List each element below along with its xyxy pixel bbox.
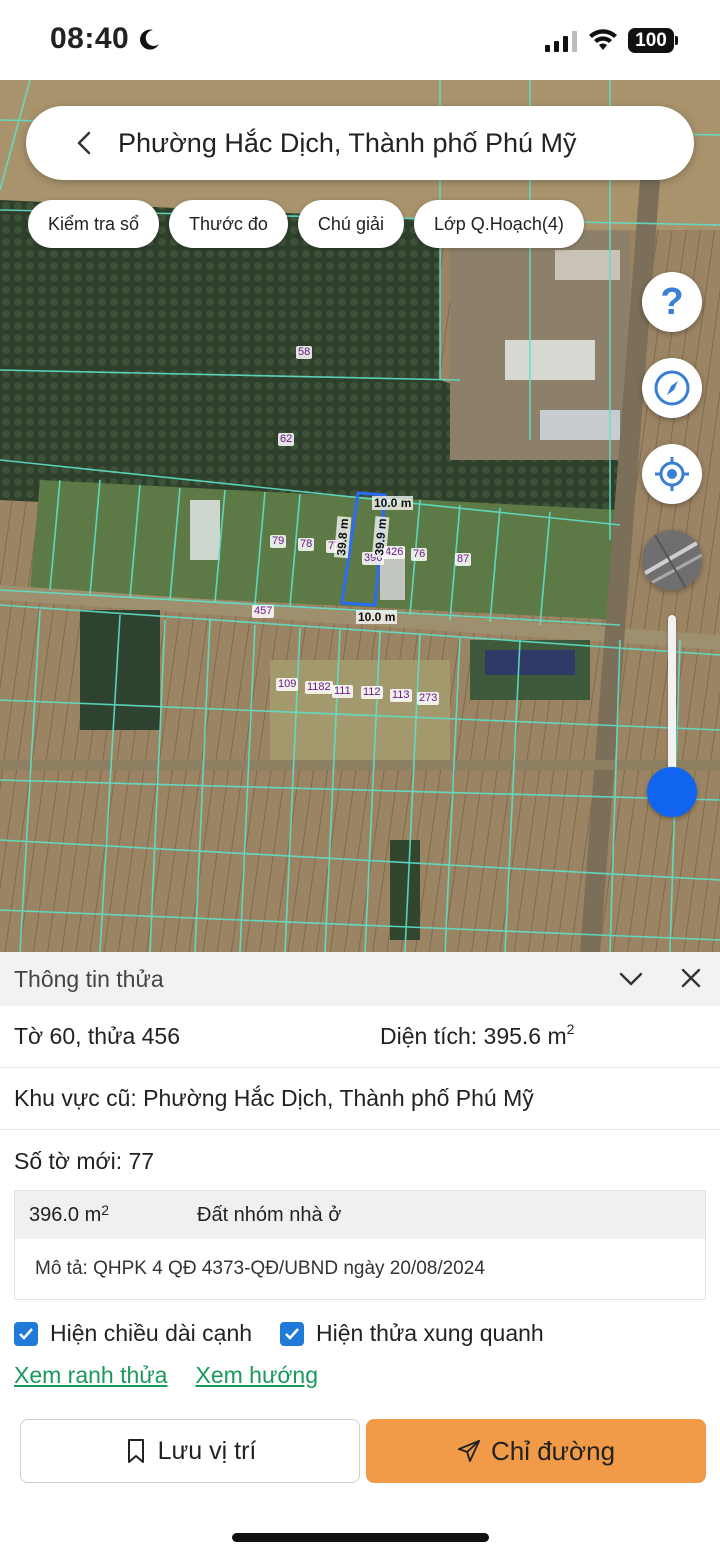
panel-header: Thông tin thửa bbox=[0, 952, 720, 1006]
land-use-header: 396.0 m2 Đất nhóm nhà ở bbox=[15, 1191, 705, 1239]
layer-thumbnail-icon bbox=[642, 530, 702, 590]
parcel-label[interactable]: 78 bbox=[298, 538, 315, 551]
panel-links: Xem ranh thửa Xem hướng bbox=[14, 1362, 318, 1389]
parcel-label[interactable]: 76 bbox=[411, 548, 428, 561]
status-bar: 08:40 100 bbox=[0, 0, 720, 80]
close-icon[interactable] bbox=[680, 967, 702, 989]
parcel-label[interactable]: 457 bbox=[252, 605, 275, 618]
parcel-label[interactable]: 113 bbox=[390, 689, 412, 702]
land-use-box: 396.0 m2 Đất nhóm nhà ở Mô tả: QHPK 4 QĐ… bbox=[14, 1190, 706, 1300]
battery-icon: 100 bbox=[628, 28, 674, 53]
land-area-sup: 2 bbox=[101, 1201, 110, 1218]
show-neighbors-label: Hiện thửa xung quanh bbox=[316, 1320, 544, 1346]
signal-icon bbox=[545, 30, 577, 52]
show-neighbors-option[interactable]: Hiện thửa xung quanh bbox=[280, 1320, 544, 1347]
area-text: Diện tích: 395.6 m bbox=[380, 1023, 567, 1049]
old-area-text: Khu vực cũ: Phường Hắc Dịch, Thành phố P… bbox=[14, 1085, 534, 1111]
land-type: Đất nhóm nhà ở bbox=[197, 1203, 342, 1226]
wifi-icon bbox=[589, 29, 617, 50]
bookmark-icon bbox=[127, 1439, 144, 1463]
land-description: Mô tả: QHPK 4 QĐ 4373-QĐ/UBND ngày 20/08… bbox=[35, 1258, 485, 1279]
checkbox-checked-icon[interactable] bbox=[280, 1321, 305, 1346]
battery-level: 100 bbox=[635, 29, 667, 51]
view-direction-link[interactable]: Xem hướng bbox=[195, 1362, 318, 1389]
land-area: 396.0 m2 bbox=[29, 1201, 110, 1227]
old-area-row: Khu vực cũ: Phường Hắc Dịch, Thành phố P… bbox=[0, 1068, 720, 1130]
compass-button[interactable] bbox=[642, 358, 702, 418]
location-bar[interactable]: Phường Hắc Dịch, Thành phố Phú Mỹ bbox=[26, 106, 694, 180]
opacity-slider-knob[interactable] bbox=[647, 767, 697, 817]
parcel-label[interactable]: 1182 bbox=[305, 681, 333, 694]
show-edge-length-label: Hiện chiều dài cạnh bbox=[50, 1320, 253, 1346]
parcel-label[interactable]: 58 bbox=[296, 346, 313, 359]
area-value: Diện tích: 395.6 m2 bbox=[380, 1021, 575, 1050]
show-edge-length-option[interactable]: Hiện chiều dài cạnh bbox=[14, 1320, 252, 1347]
check-book-chip[interactable]: Kiểm tra sổ bbox=[28, 200, 160, 248]
dimension-label-top: 10.0 m bbox=[372, 496, 414, 510]
battery-nub bbox=[675, 36, 678, 45]
moon-icon bbox=[140, 29, 159, 50]
help-icon: ? bbox=[660, 280, 684, 323]
parcel-label[interactable]: 112 bbox=[361, 686, 383, 699]
checkbox-checked-icon[interactable] bbox=[14, 1321, 38, 1346]
planning-layer-chip[interactable]: Lớp Q.Hoạch(4) bbox=[413, 200, 584, 248]
map-tools-chips: Kiểm tra sổ Thước đo Chú giải Lớp Q.Hoạc… bbox=[28, 200, 584, 248]
legend-chip[interactable]: Chú giải bbox=[297, 200, 404, 248]
area-unit-sup: 2 bbox=[566, 1021, 575, 1037]
parcel-label[interactable]: 79 bbox=[270, 535, 287, 548]
directions-label: Chỉ đường bbox=[490, 1435, 616, 1466]
ruler-chip[interactable]: Thước đo bbox=[169, 200, 288, 248]
crosshair-icon bbox=[655, 457, 689, 491]
chevron-down-icon[interactable] bbox=[618, 970, 644, 988]
parcel-label[interactable]: 273 bbox=[417, 692, 440, 705]
new-sheet-text: Số tờ mới: 77 bbox=[14, 1147, 155, 1174]
save-location-label: Lưu vị trí bbox=[157, 1436, 257, 1465]
land-area-text: 396.0 m bbox=[29, 1203, 102, 1226]
home-indicator[interactable] bbox=[232, 1533, 489, 1542]
dimension-label-bottom: 10.0 m bbox=[356, 610, 398, 624]
parcel-label[interactable]: 62 bbox=[278, 433, 295, 446]
parcel-id-row: Tờ 60, thửa 456 Diện tích: 395.6 m2 bbox=[0, 1006, 720, 1068]
back-icon[interactable] bbox=[74, 131, 94, 155]
parcel-info-panel: Thông tin thửa Tờ 60, thửa 456 Diện tích… bbox=[0, 952, 720, 1557]
map-layer-toggle[interactable] bbox=[642, 530, 702, 590]
directions-button[interactable]: Chỉ đường bbox=[366, 1419, 706, 1483]
help-button[interactable]: ? bbox=[642, 272, 702, 332]
new-sheet-row: Số tờ mới: 77 bbox=[0, 1130, 720, 1192]
parcel-label[interactable]: 111 bbox=[332, 685, 353, 698]
locate-button[interactable] bbox=[642, 444, 702, 504]
sheet-parcel-number: Tờ 60, thửa 456 bbox=[14, 1023, 181, 1049]
send-arrow-icon bbox=[457, 1439, 481, 1463]
display-options: Hiện chiều dài cạnh Hiện thửa xung quanh bbox=[14, 1320, 544, 1347]
status-time: 08:40 bbox=[50, 22, 130, 55]
parcel-label[interactable]: 109 bbox=[276, 678, 299, 691]
parcel-label[interactable]: 87 bbox=[455, 553, 472, 566]
view-boundary-link[interactable]: Xem ranh thửa bbox=[14, 1362, 167, 1389]
save-location-button[interactable]: Lưu vị trí bbox=[20, 1419, 360, 1483]
location-title: Phường Hắc Dịch, Thành phố Phú Mỹ bbox=[118, 127, 577, 158]
panel-title: Thông tin thửa bbox=[14, 965, 164, 992]
compass-icon bbox=[654, 370, 690, 406]
